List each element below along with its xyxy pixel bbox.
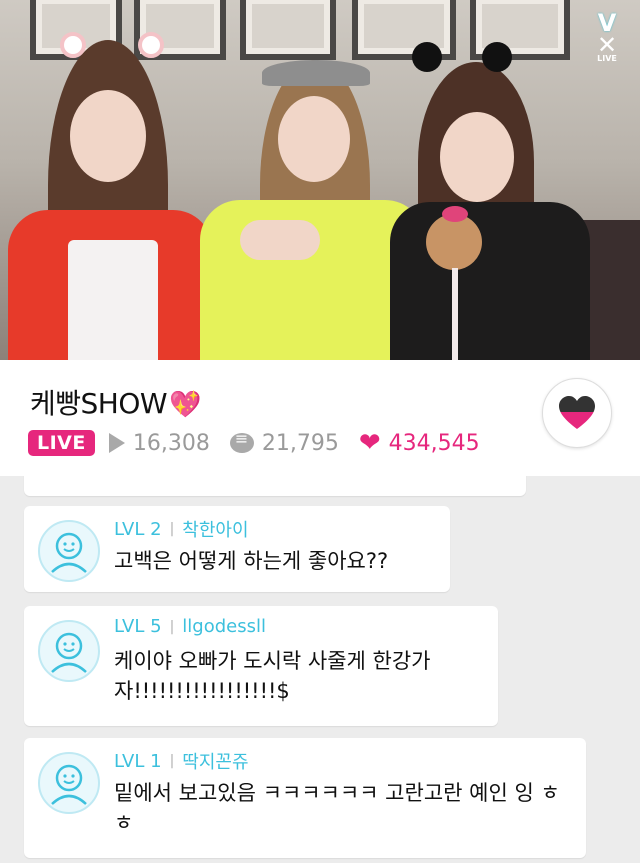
like-count: ❤ 434,545 xyxy=(358,428,480,458)
live-badge: LIVE xyxy=(28,430,95,456)
video-player[interactable]: V ✕ LIVE xyxy=(0,0,640,360)
chat-message: LVL 5 | llgodessll 케이야 오빠가 도시락 사줄게 한강가 자… xyxy=(24,606,498,726)
broadcast-info: 케빵SHOW💖 LIVE 16,308 21,795 ❤ 434,545 xyxy=(0,360,640,476)
username[interactable]: llgodessll xyxy=(182,616,266,637)
avatar xyxy=(38,752,100,814)
view-count: 16,308 xyxy=(108,431,210,456)
sparkling-heart-icon: 💖 xyxy=(169,390,201,420)
message-text: 밑에서 보고있음 ㅋㅋㅋㅋㅋㅋ 고란고란 예인 잉 ㅎㅎ xyxy=(114,781,560,835)
avatar xyxy=(38,520,100,582)
username[interactable]: 딱지꼰쥬 xyxy=(182,748,248,774)
broadcast-title: 케빵SHOW💖 xyxy=(30,387,201,420)
person-left xyxy=(8,30,218,360)
heart-icon: ❤ xyxy=(358,428,381,458)
chat-message-cutoff xyxy=(24,476,526,496)
message-meta: LVL 2 | 착한아이 xyxy=(114,516,249,542)
message-text: 케이야 오빠가 도시락 사줄게 한강가 자!!!!!!!!!!!!!!!!!$ xyxy=(114,649,431,703)
like-button[interactable] xyxy=(542,378,612,448)
stats-row: LIVE 16,308 21,795 ❤ 434,545 xyxy=(28,428,500,458)
heart-button-icon xyxy=(559,396,595,429)
wall-frame xyxy=(240,0,336,60)
smiley-avatar-icon xyxy=(51,532,87,573)
user-level: LVL 5 xyxy=(114,616,162,637)
chat-list[interactable]: LVL 2 | 착한아이 고백은 어떻게 하는게 좋아요?? LVL 5 | l… xyxy=(0,476,640,863)
smiley-avatar-icon xyxy=(51,632,87,673)
chat-message: LVL 2 | 착한아이 고백은 어떻게 하는게 좋아요?? xyxy=(24,506,450,592)
comment-bubble-icon xyxy=(229,429,254,453)
message-meta: LVL 5 | llgodessll xyxy=(114,616,266,637)
person-right xyxy=(390,42,590,360)
message-meta: LVL 1 | 딱지꼰쥬 xyxy=(114,748,249,774)
smiley-avatar-icon xyxy=(51,764,87,805)
username[interactable]: 착한아이 xyxy=(182,516,248,542)
comment-count: 21,795 xyxy=(229,429,339,456)
message-text: 고백은 어떻게 하는게 좋아요?? xyxy=(114,549,389,573)
vlive-logo: V ✕ LIVE xyxy=(596,9,618,63)
avatar xyxy=(38,620,100,682)
chat-message: LVL 1 | 딱지꼰쥬 밑에서 보고있음 ㅋㅋㅋㅋㅋㅋ 고란고란 예인 잉 ㅎ… xyxy=(24,738,586,858)
play-icon xyxy=(108,433,125,453)
user-level: LVL 2 xyxy=(114,518,162,540)
user-level: LVL 1 xyxy=(114,750,162,772)
